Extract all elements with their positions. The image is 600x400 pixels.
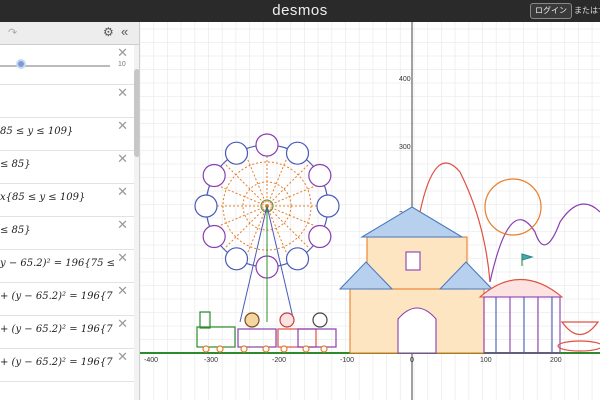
expression-row[interactable]: ✕ [0, 85, 134, 118]
gondola [202, 224, 226, 249]
close-icon[interactable]: ✕ [117, 349, 128, 365]
castle [338, 206, 494, 354]
x-tick-label: 200 [550, 357, 562, 364]
x-tick-label: 0 [410, 357, 414, 364]
expression-row[interactable]: x{85 ≤ y ≤ 109} ✕ [0, 184, 134, 217]
slider-max[interactable]: 10 [118, 61, 126, 68]
expression-row[interactable]: 85 ≤ y ≤ 109} ✕ [0, 118, 134, 151]
close-icon[interactable]: ✕ [117, 316, 128, 332]
x-tick-label: -300 [204, 357, 218, 364]
close-icon[interactable]: ✕ [117, 250, 128, 266]
carousel [478, 253, 564, 354]
gondola [285, 141, 310, 165]
gondola [285, 247, 310, 271]
close-icon[interactable]: ✕ [117, 151, 128, 167]
gondola [224, 141, 249, 165]
expression-toolbar: ↷ ⚙ « [0, 22, 139, 45]
close-icon[interactable]: ✕ [117, 45, 128, 61]
gondola [202, 163, 226, 188]
expression-text[interactable]: y − 65.2)² = 196{75 ≤ [0, 258, 115, 269]
expression-row[interactable]: ≤ 85} ✕ [0, 217, 134, 250]
expression-row[interactable]: y − 65.2)² = 196{75 ≤ ✕ [0, 250, 134, 283]
x-tick-label: -100 [340, 357, 354, 364]
expression-text[interactable]: 85 ≤ y ≤ 109} [0, 126, 73, 137]
desmos-logo[interactable]: desmos [0, 2, 600, 19]
top-bar: desmos ログイン またはサインアップ [0, 0, 600, 22]
gondola [255, 133, 279, 157]
x-tick-label: -400 [144, 357, 158, 364]
gondola [224, 247, 249, 271]
signup-link[interactable]: またはサインアップ [574, 5, 600, 16]
expression-text[interactable]: x{85 ≤ y ≤ 109} [0, 192, 85, 203]
expression-text[interactable]: + (y − 65.2)² = 196{7 [0, 324, 113, 335]
wheel-spoke [266, 205, 311, 250]
expression-list: ↷ ⚙ « 10 ✕ ✕ 85 ≤ y ≤ 109} ✕ ≤ 85} ✕ x{8… [0, 22, 140, 400]
gondola [194, 194, 218, 218]
expression-row-slider[interactable]: 10 ✕ [0, 45, 134, 85]
close-icon[interactable]: ✕ [117, 85, 128, 101]
x-tick-label: -200 [272, 357, 286, 364]
graph-canvas[interactable]: -400 -300 -200 -100 0 100 200 100 200 30… [140, 22, 600, 400]
close-icon[interactable]: ✕ [117, 217, 128, 233]
close-icon[interactable]: ✕ [117, 184, 128, 200]
expression-row[interactable]: + (y − 65.2)² = 196{7 ✕ [0, 283, 134, 316]
gear-icon[interactable]: ⚙ [103, 25, 114, 39]
expression-text[interactable]: ≤ 85} [0, 159, 31, 170]
wheel-spoke [223, 205, 268, 250]
x-tick-label: 100 [480, 357, 492, 364]
expression-text[interactable]: + (y − 65.2)² = 196{7 [0, 357, 113, 368]
collapse-icon[interactable]: « [121, 24, 128, 39]
gondola [308, 224, 332, 249]
y-tick-label: 300 [399, 144, 411, 151]
gondola [316, 194, 340, 218]
wheel-spoke [266, 162, 311, 207]
login-button[interactable]: ログイン [530, 3, 572, 19]
expression-row[interactable]: ≤ 85} ✕ [0, 151, 134, 184]
expression-text[interactable]: + (y − 65.2)² = 196{7 [0, 291, 113, 302]
slider-knob[interactable] [16, 59, 26, 69]
expression-text[interactable]: ≤ 85} [0, 225, 31, 236]
close-icon[interactable]: ✕ [117, 118, 128, 134]
close-icon[interactable]: ✕ [117, 283, 128, 299]
expression-row[interactable]: + (y − 65.2)² = 196{7 ✕ [0, 316, 134, 349]
wheel-spoke [223, 162, 268, 207]
expression-row[interactable]: + (y − 65.2)² = 196{7 ✕ [0, 349, 134, 382]
gondola [308, 163, 332, 188]
y-tick-label: 400 [399, 76, 411, 83]
ferris-wheel [194, 133, 340, 323]
redo-icon[interactable]: ↷ [8, 26, 17, 39]
